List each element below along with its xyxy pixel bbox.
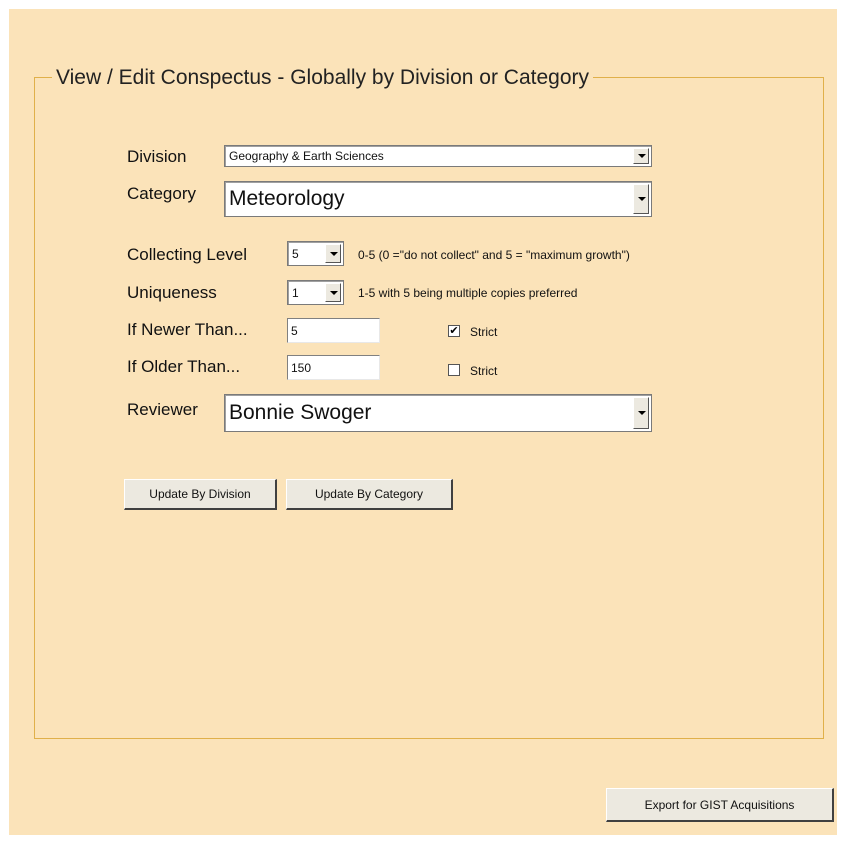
uniqueness-hint: 1-5 with 5 being multiple copies preferr… <box>358 286 578 300</box>
reviewer-label: Reviewer <box>127 400 198 419</box>
reviewer-dropdown[interactable]: Bonnie Swoger <box>224 394 652 432</box>
collecting-level-value: 5 <box>292 246 299 261</box>
update-by-category-button[interactable]: Update By Category <box>286 479 453 510</box>
if-newer-input[interactable]: 5 <box>287 318 380 343</box>
if-older-label: If Older Than... <box>127 357 241 376</box>
if-older-strict-label: Strict <box>470 364 498 378</box>
groupbox-title: View / Edit Conspectus - Globally by Div… <box>52 66 594 90</box>
uniqueness-value: 1 <box>292 285 299 300</box>
if-older-input[interactable]: 150 <box>287 355 380 380</box>
chevron-down-icon[interactable] <box>633 148 649 164</box>
category-value: Meteorology <box>229 187 345 210</box>
chevron-down-icon[interactable] <box>633 184 649 214</box>
chevron-down-icon[interactable] <box>633 397 649 429</box>
if-older-strict-checkbox[interactable] <box>448 364 460 376</box>
chevron-down-icon[interactable] <box>325 244 341 263</box>
uniqueness-dropdown[interactable]: 1 <box>287 280 344 305</box>
export-gist-button[interactable]: Export for GIST Acquisitions <box>606 788 834 822</box>
collecting-level-hint: 0-5 (0 ="do not collect" and 5 = "maximu… <box>358 248 630 262</box>
category-label: Category <box>127 184 196 203</box>
division-dropdown[interactable]: Geography & Earth Sciences <box>224 145 652 167</box>
collecting-level-label: Collecting Level <box>127 245 248 264</box>
chevron-down-icon[interactable] <box>325 283 341 302</box>
if-newer-strict-label: Strict <box>470 325 498 339</box>
division-label: Division <box>127 147 187 166</box>
if-newer-strict-checkbox[interactable]: ✔ <box>448 325 460 337</box>
category-dropdown[interactable]: Meteorology <box>224 181 652 217</box>
update-by-division-button[interactable]: Update By Division <box>124 479 277 510</box>
uniqueness-label: Uniqueness <box>127 283 217 302</box>
division-value: Geography & Earth Sciences <box>229 149 384 163</box>
if-newer-label: If Newer Than... <box>127 320 248 339</box>
collecting-level-dropdown[interactable]: 5 <box>287 241 344 266</box>
reviewer-value: Bonnie Swoger <box>229 401 372 424</box>
